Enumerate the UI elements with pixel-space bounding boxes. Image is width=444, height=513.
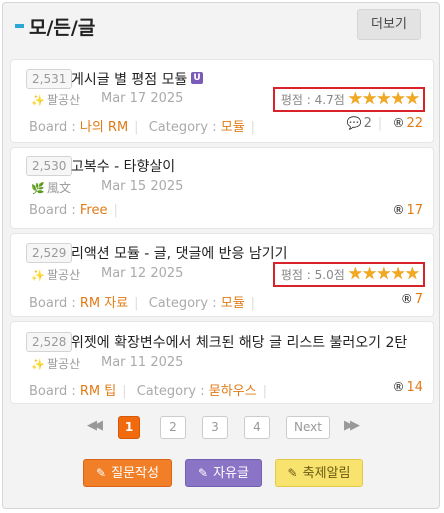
rating-box: 평점 : 4.7점 ★ ★ ★ ★ ★: [272, 87, 425, 112]
sparkle-avatar-icon: ✨: [31, 269, 45, 282]
sparkle-avatar-icon: ✨: [31, 358, 45, 371]
post-meta: Board : RM 자료 | Category : 모듈 |: [29, 296, 256, 311]
star-icon: ★: [347, 264, 363, 284]
pen-icon: ✎: [96, 466, 107, 480]
plant-avatar-icon: 🌿: [31, 182, 45, 195]
post-author[interactable]: ✨ 팔공산: [31, 266, 80, 283]
comment-icon: 💬: [346, 116, 362, 130]
star-icon: ★: [347, 89, 363, 109]
next-page-button[interactable]: Next: [286, 416, 330, 439]
views-icon: ®: [392, 203, 405, 217]
write-question-button[interactable]: ✎ 질문작성: [83, 459, 172, 487]
post-title[interactable]: 고복수 - 타향살이: [71, 156, 175, 176]
post-number: 2,529: [26, 243, 73, 263]
widget-title: 모/든/글: [29, 17, 96, 39]
pen-icon: ✎: [287, 466, 298, 480]
all-posts-widget: 모/든/글 더보기 2,531 게시글 별 평점 모듈 U ✨ 팔공산 Mar 1…: [2, 2, 440, 509]
page-3-button[interactable]: 3: [202, 416, 228, 439]
star-icon: ★: [404, 89, 420, 109]
sparkle-avatar-icon: ✨: [31, 94, 45, 107]
board-link[interactable]: RM 팁: [80, 384, 116, 399]
post-title[interactable]: 게시글 별 평점 모듈: [71, 69, 187, 89]
festival-notice-button[interactable]: ✎ 축제알림: [275, 459, 363, 487]
star-icon: ★: [390, 264, 406, 284]
rating-label: 평점 : 4.7점: [280, 93, 345, 107]
star-icon: ★: [376, 264, 392, 284]
more-button[interactable]: 더보기: [357, 9, 421, 40]
post-number: 2,528: [26, 332, 73, 352]
category-link[interactable]: 모듈: [221, 120, 245, 135]
post-date: Mar 12 2025: [101, 266, 184, 281]
post-author[interactable]: ✨ 팔공산: [31, 91, 80, 108]
post-date: Mar 11 2025: [101, 355, 184, 370]
pen-icon: ✎: [198, 466, 209, 480]
views-icon: ®: [400, 292, 413, 306]
star-icon: ★: [362, 89, 378, 109]
post-date: Mar 17 2025: [101, 91, 184, 106]
star-icon: ★: [362, 264, 378, 284]
views-icon: ®: [392, 116, 405, 130]
post-card-2529[interactable]: 2,529 리액션 모듈 - 글, 댓글에 반응 남기기 ✨ 팔공산 Mar 12…: [10, 233, 434, 317]
page-4-button[interactable]: 4: [244, 416, 270, 439]
rating-box: 평점 : 5.0점 ★ ★ ★ ★ ★: [272, 262, 425, 287]
post-card-2528[interactable]: 2,528 위젯에 확장변수에서 체크된 해당 글 리스트 불러오기 2탄 ✨ 팔…: [10, 321, 434, 404]
post-number: 2,530: [26, 156, 73, 176]
star-icon: ★: [376, 89, 392, 109]
post-author[interactable]: 🌿 風文: [31, 179, 71, 196]
star-icon: ★: [390, 89, 406, 109]
post-stats: ® 14: [392, 380, 423, 395]
post-author[interactable]: ✨ 팔공산: [31, 355, 80, 372]
page-1-button[interactable]: 1: [118, 416, 140, 439]
views-icon: ®: [392, 380, 405, 394]
rating-label: 평점 : 5.0점: [280, 268, 345, 282]
post-meta: Board : Free |: [29, 203, 118, 218]
star-icon: ★: [404, 264, 420, 284]
board-link[interactable]: 나의 RM: [80, 120, 128, 135]
post-meta: Board : 나의 RM | Category : 모듈 |: [29, 120, 256, 135]
category-link[interactable]: 모듈: [221, 296, 245, 311]
page-2-button[interactable]: 2: [160, 416, 186, 439]
post-stats: ® 17: [392, 203, 423, 218]
free-post-button[interactable]: ✎ 자유글: [185, 459, 262, 487]
post-number: 2,531: [26, 69, 73, 89]
first-page-icon[interactable]: ◀◀: [87, 418, 103, 433]
post-card-2531[interactable]: 2,531 게시글 별 평점 모듈 U ✨ 팔공산 Mar 17 2025 평점 …: [10, 59, 434, 143]
pagination: ◀◀ 1 2 3 4 Next ▶▶: [3, 416, 439, 440]
post-stats: 💬 2 | ® 22: [346, 116, 423, 131]
last-page-icon[interactable]: ▶▶: [344, 418, 360, 433]
widget-header: 모/든/글 더보기: [3, 3, 439, 47]
post-card-2530[interactable]: 2,530 고복수 - 타향살이 🌿 風文 Mar 15 2025 Board :…: [10, 147, 434, 229]
updated-badge: U: [191, 72, 203, 84]
title-accent-bar: [15, 24, 24, 28]
post-title[interactable]: 리액션 모듈 - 글, 댓글에 반응 남기기: [71, 243, 288, 263]
post-stats: ® 7: [400, 292, 423, 307]
post-title[interactable]: 위젯에 확장변수에서 체크된 해당 글 리스트 불러오기 2탄: [71, 332, 407, 352]
board-link[interactable]: RM 자료: [80, 296, 128, 311]
board-link[interactable]: Free: [80, 203, 108, 218]
post-date: Mar 15 2025: [101, 179, 184, 194]
category-link[interactable]: 묻하우스: [209, 384, 257, 399]
post-meta: Board : RM 팁 | Category : 묻하우스 |: [29, 384, 267, 399]
